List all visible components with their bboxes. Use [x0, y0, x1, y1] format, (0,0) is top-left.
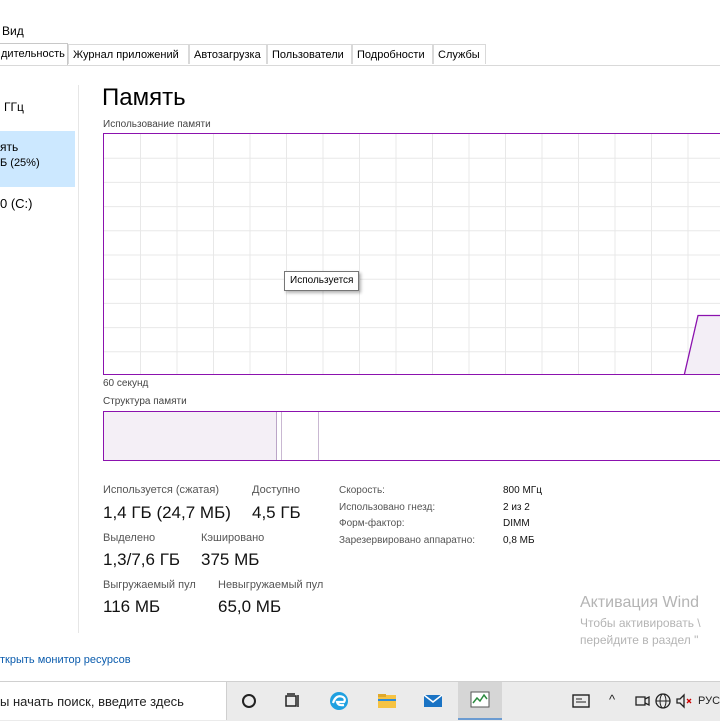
memory-usage-graph: [103, 133, 720, 375]
tab-startup[interactable]: Автозагрузка: [189, 44, 267, 64]
sidebar-item-cpu[interactable]: ГГц: [4, 100, 24, 114]
tab-users[interactable]: Пользователи: [267, 44, 352, 64]
sidebar-item-memory-usage: Б (25%): [0, 157, 40, 169]
tab-services[interactable]: Службы: [433, 44, 486, 64]
available-label: Доступно: [252, 484, 301, 496]
committed-label: Выделено: [103, 532, 156, 544]
tab-app-history[interactable]: Журнал приложений: [68, 44, 189, 64]
task-view-icon[interactable]: [281, 690, 303, 712]
sidebar-item-memory-title: ять: [0, 140, 19, 154]
activation-line-2: перейдите в раздел ": [580, 633, 699, 647]
volume-muted-icon[interactable]: [673, 690, 695, 712]
task-manager-icon: [470, 691, 490, 708]
structure-standby: [282, 412, 319, 460]
slots-value: 2 из 2: [503, 502, 530, 513]
usage-graph-label: Использование памяти: [103, 119, 211, 130]
structure-in-use: [104, 412, 277, 460]
paged-pool-value: 116 МБ: [103, 597, 161, 616]
file-explorer-icon[interactable]: [376, 690, 398, 712]
chevron-up-icon[interactable]: ^: [609, 692, 615, 707]
meet-now-icon[interactable]: [631, 690, 653, 712]
sidebar-divider: [78, 85, 79, 633]
resource-monitor-link[interactable]: ткрыть монитор ресурсов: [0, 654, 131, 666]
slots-label: Использовано гнезд:: [339, 502, 436, 513]
usage-area: [684, 315, 720, 374]
language-indicator[interactable]: РУС: [698, 695, 720, 707]
network-globe-icon[interactable]: [652, 690, 674, 712]
cached-value: 375 МБ: [201, 550, 260, 569]
activation-watermark: Активация Wind Чтобы активировать \ пере…: [580, 594, 701, 647]
tab-details[interactable]: Подробности: [352, 44, 433, 64]
news-icon[interactable]: [570, 690, 592, 712]
sidebar-item-disk[interactable]: 0 (C:): [0, 196, 33, 211]
memory-usage-graph-svg: [104, 134, 720, 374]
paged-pool-label: Выгружаемый пул: [103, 579, 196, 591]
available-value: 4,5 ГБ: [252, 503, 301, 522]
structure-label: Структура памяти: [103, 396, 187, 407]
reserved-value: 0,8 МБ: [503, 535, 535, 546]
taskbar-search-placeholder: ы начать поиск, введите здесь: [0, 694, 184, 709]
mail-icon[interactable]: [422, 690, 444, 712]
graph-tooltip: Используется: [284, 271, 360, 291]
edge-icon[interactable]: [328, 690, 350, 712]
cortana-icon[interactable]: [238, 690, 260, 712]
tab-performance[interactable]: дительность: [0, 43, 68, 65]
nonpaged-pool-label: Невыгружаемый пул: [218, 579, 324, 591]
task-manager-taskbar-button[interactable]: [458, 682, 502, 720]
page-title: Память: [102, 84, 186, 111]
menu-view[interactable]: Вид: [2, 24, 24, 38]
in-use-value: 1,4 ГБ (24,7 МБ): [103, 503, 231, 522]
activation-title: Активация Wind: [580, 594, 699, 611]
time-label: 60 секунд: [103, 378, 149, 389]
activation-line-1: Чтобы активировать \: [580, 616, 701, 630]
memory-structure-bar: [103, 411, 720, 461]
reserved-label: Зарезервировано аппаратно:: [339, 535, 476, 546]
form-factor-value: DIMM: [503, 518, 530, 529]
form-factor-label: Форм-фактор:: [339, 518, 405, 529]
menu-bar: [0, 20, 720, 42]
speed-label: Скорость:: [339, 485, 385, 496]
speed-value: 800 МГц: [503, 485, 542, 496]
in-use-label: Используется (сжатая): [103, 484, 220, 496]
committed-value: 1,3/7,6 ГБ: [103, 550, 181, 569]
nonpaged-pool-value: 65,0 МБ: [218, 597, 282, 616]
cached-label: Кэшировано: [201, 532, 265, 544]
